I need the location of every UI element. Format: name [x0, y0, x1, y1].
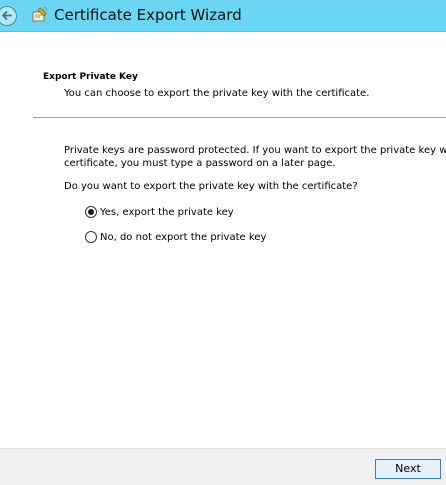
description-text: Private keys are password protected. If …	[64, 144, 446, 170]
next-button[interactable]: Next	[375, 459, 441, 479]
export-question: Do you want to export the private key wi…	[64, 181, 358, 192]
option-no-export[interactable]: No, do not export the private key	[85, 229, 266, 245]
title-bar: Certificate Export Wizard	[0, 0, 446, 32]
option-yes-export[interactable]: Yes, export the private key	[85, 204, 234, 220]
back-arrow-icon[interactable]	[0, 6, 17, 26]
radio-label-yes: Yes, export the private key	[100, 206, 234, 218]
description-line-1: Private keys are password protected. If …	[64, 145, 446, 156]
page-subheading: You can choose to export the private key…	[64, 88, 370, 99]
radio-button-yes[interactable]	[85, 206, 97, 218]
window-title: Certificate Export Wizard	[54, 6, 242, 24]
page-heading: Export Private Key	[43, 72, 138, 82]
header-divider	[33, 117, 446, 118]
radio-button-no[interactable]	[85, 231, 97, 243]
description-line-2: certificate, you must type a password on…	[64, 158, 336, 169]
radio-label-no: No, do not export the private key	[100, 231, 267, 243]
certificate-wizard-icon	[31, 6, 48, 24]
